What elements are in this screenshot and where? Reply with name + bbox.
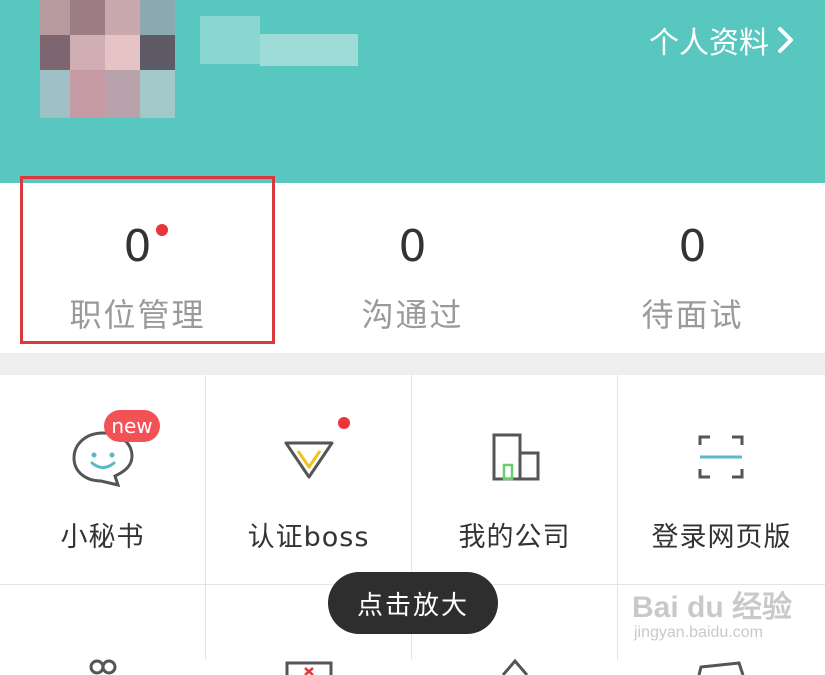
grid-item-secretary[interactable]: new 小秘书 — [0, 375, 206, 585]
envelope-icon — [285, 661, 333, 675]
profile-link-label: 个人资料 — [649, 26, 769, 61]
watermark-main: Bai du 经验 — [632, 591, 793, 624]
stat-interviews[interactable]: 0 待面试 — [555, 183, 825, 353]
profile-link[interactable]: 个人资料 — [649, 18, 797, 62]
stat-label: 待面试 — [641, 296, 744, 334]
diamond-icon — [284, 441, 334, 479]
grid-item-label: 我的公司 — [458, 522, 571, 553]
blurred-username — [200, 0, 360, 72]
baidu-watermark: Bai du 经验 jingyan.baidu.com — [632, 570, 822, 655]
section-divider — [0, 353, 825, 375]
avatar[interactable] — [40, 0, 175, 118]
chevron-right-icon — [778, 27, 793, 53]
gift-icon — [89, 659, 117, 675]
grid-item-verify-boss[interactable]: 认证boss — [206, 375, 412, 585]
grid-item-label: 小秘书 — [60, 522, 145, 553]
highlight-annotation-box — [20, 176, 275, 344]
notification-dot — [338, 417, 350, 429]
grid-item-web-login[interactable]: 登录网页版 — [618, 375, 825, 585]
stat-contacted[interactable]: 0 沟通过 — [275, 183, 550, 353]
new-badge: new — [104, 410, 160, 442]
profile-header: 个人资料 — [0, 0, 825, 183]
grid-item-row2-1[interactable] — [0, 585, 206, 675]
grid-item-label: 登录网页版 — [651, 522, 792, 553]
stat-value: 0 — [678, 221, 707, 272]
stat-value: 0 — [398, 221, 427, 272]
watermark-url: jingyan.baidu.com — [634, 624, 763, 641]
grid-item-label: 认证boss — [247, 522, 370, 553]
zoom-button[interactable]: 点击放大 — [328, 572, 498, 634]
grid-item-my-company[interactable]: 我的公司 — [412, 375, 618, 585]
stat-label: 沟通过 — [361, 296, 464, 334]
company-building-icon — [492, 433, 540, 481]
scan-frame-icon — [698, 435, 744, 479]
star-icon — [501, 658, 529, 675]
